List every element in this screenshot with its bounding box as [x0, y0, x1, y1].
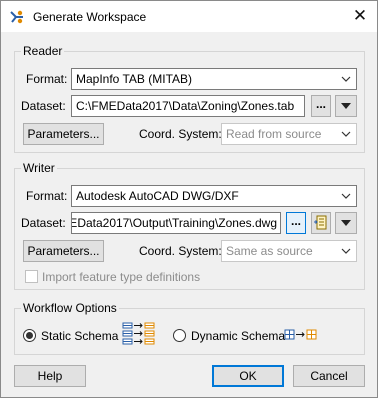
help-button[interactable]: Help	[14, 365, 86, 387]
chevron-down-icon	[341, 193, 351, 199]
fme-app-icon	[10, 10, 23, 24]
cancel-button-label: Cancel	[310, 369, 348, 383]
reader-group: Reader Format: MapInfo TAB (MITAB) Datas…	[14, 44, 365, 153]
writer-group: Writer Format: Autodesk AutoCAD DWG/DXF …	[14, 161, 365, 290]
import-feature-types-checkbox[interactable]	[25, 270, 38, 283]
writer-coord-value: Same as source	[226, 244, 313, 258]
writer-coord-label: Coord. System:	[139, 244, 222, 258]
chevron-down-icon	[341, 76, 351, 82]
generate-workspace-dialog: Generate Workspace ✕ Reader Format: MapI…	[0, 0, 378, 398]
dynamic-schema-icon	[284, 329, 317, 340]
reader-format-label: Format:	[26, 72, 68, 86]
writer-browse-button[interactable]: ...	[286, 212, 306, 234]
radio-selected-dot	[26, 332, 33, 339]
writer-dataset-value: FMEData2017\Output\Training\Zones.dwg	[71, 216, 277, 230]
writer-format-select[interactable]: Autodesk AutoCAD DWG/DXF	[71, 185, 357, 207]
reader-format-select[interactable]: MapInfo TAB (MITAB)	[71, 68, 357, 90]
reader-coord-label: Coord. System:	[139, 127, 222, 141]
writer-legend: Writer	[21, 161, 57, 175]
close-icon: ✕	[352, 6, 368, 25]
writer-parameters-label: Parameters...	[27, 244, 100, 258]
reader-coord-value: Read from source	[226, 127, 322, 141]
writer-coord-select[interactable]: Same as source	[221, 240, 357, 262]
static-schema-radio[interactable]	[23, 329, 36, 342]
ok-button-label: OK	[239, 369, 257, 383]
ellipsis-icon: ...	[315, 97, 326, 111]
cancel-button[interactable]: Cancel	[293, 365, 365, 387]
window-title: Generate Workspace	[33, 10, 147, 24]
reader-dataset-menu-button[interactable]	[335, 95, 357, 117]
writer-parameters-button[interactable]: Parameters...	[23, 240, 104, 262]
reader-dataset-input[interactable]: C:\FMEData2017\Data\Zoning\Zones.tab	[71, 95, 305, 117]
triangle-down-icon	[341, 103, 351, 109]
title-bar: Generate Workspace ✕	[1, 1, 377, 32]
workflow-legend: Workflow Options	[21, 301, 119, 315]
reader-parameters-label: Parameters...	[27, 127, 100, 141]
reader-dataset-label: Dataset:	[21, 99, 66, 113]
reader-format-value: MapInfo TAB (MITAB)	[76, 72, 193, 86]
writer-format-value: Autodesk AutoCAD DWG/DXF	[76, 189, 239, 203]
ok-button[interactable]: OK	[212, 365, 284, 387]
close-button[interactable]: ✕	[343, 1, 377, 31]
static-schema-label: Static Schema	[41, 329, 119, 343]
reader-legend: Reader	[21, 44, 65, 58]
help-button-label: Help	[37, 369, 63, 383]
document-settings-icon	[314, 215, 327, 230]
static-schema-icon	[122, 322, 155, 345]
reader-parameters-button[interactable]: Parameters...	[23, 123, 104, 145]
writer-dataset-label: Dataset:	[21, 216, 66, 230]
dynamic-schema-radio[interactable]	[173, 329, 186, 342]
writer-format-label: Format:	[26, 189, 68, 203]
ellipsis-icon: ...	[290, 214, 301, 228]
triangle-down-icon	[341, 220, 351, 226]
chevron-down-icon	[341, 131, 351, 137]
writer-dataset-options-button[interactable]	[311, 212, 331, 234]
writer-dataset-input[interactable]: FMEData2017\Output\Training\Zones.dwg	[71, 212, 281, 234]
reader-dataset-value: C:\FMEData2017\Data\Zoning\Zones.tab	[76, 99, 295, 113]
chevron-down-icon	[341, 248, 351, 254]
workflow-options-group: Workflow Options Static Schema Dynamic S…	[14, 301, 365, 355]
import-feature-types-label: Import feature type definitions	[42, 270, 201, 284]
reader-browse-button[interactable]: ...	[311, 95, 331, 117]
reader-coord-select[interactable]: Read from source	[221, 123, 357, 145]
dynamic-schema-label: Dynamic Schema	[191, 329, 286, 343]
writer-dataset-menu-button[interactable]	[335, 212, 357, 234]
